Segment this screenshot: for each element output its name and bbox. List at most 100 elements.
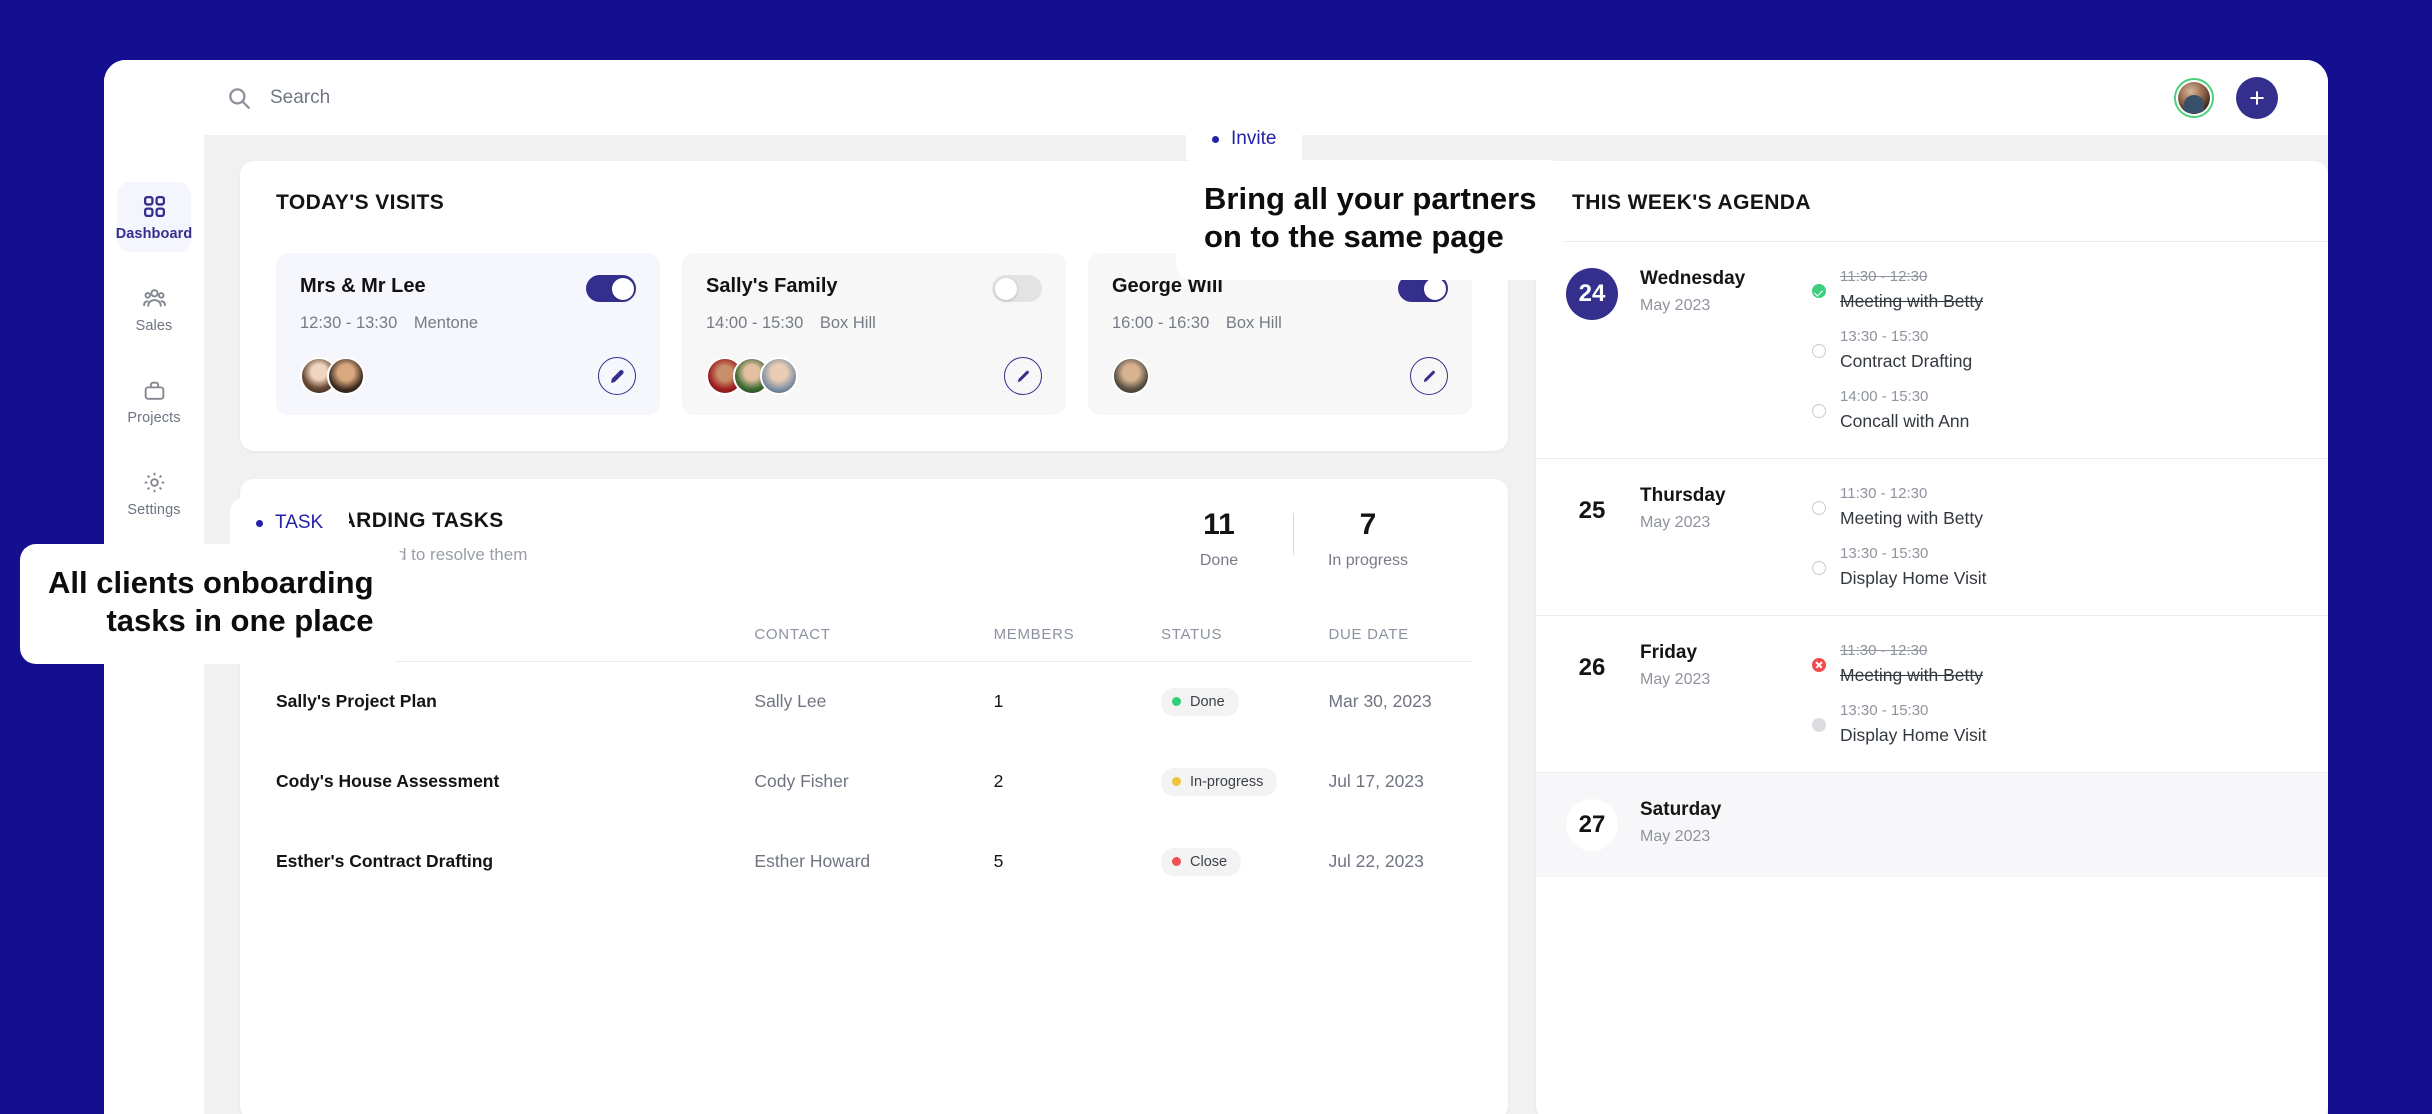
column-header-members[interactable]: MEMBERS bbox=[994, 626, 1161, 662]
grid-icon bbox=[142, 194, 167, 219]
stat-label: Done bbox=[1159, 552, 1279, 570]
pencil-icon bbox=[1421, 368, 1438, 385]
agenda-event-text: 14:00 - 15:30 Concall with Ann bbox=[1840, 388, 1969, 432]
visit-toggle[interactable] bbox=[586, 275, 636, 302]
agenda-event-title: Meeting with Betty bbox=[1840, 508, 1983, 529]
agenda-day-row[interactable]: 24 Wednesday May 2023 11:30 - 12:30 bbox=[1536, 241, 2328, 458]
toggle-knob bbox=[612, 278, 634, 300]
agenda-event-time: 11:30 - 12:30 bbox=[1840, 485, 1927, 502]
agenda-event-title: Concall with Ann bbox=[1840, 411, 1969, 432]
search-bar[interactable] bbox=[204, 85, 2174, 111]
sidebar-item-label: Sales bbox=[136, 318, 173, 334]
visit-card-bottom bbox=[1112, 357, 1448, 395]
edit-visit-button[interactable] bbox=[1004, 357, 1042, 395]
visit-place: Mentone bbox=[414, 314, 478, 332]
avatar[interactable] bbox=[2174, 78, 2214, 118]
empty-circle-icon bbox=[1812, 404, 1826, 418]
edit-visit-button[interactable] bbox=[598, 357, 636, 395]
agenda-event-text: 13:30 - 15:30 Contract Drafting bbox=[1840, 328, 1972, 372]
agenda-weekday: Saturday bbox=[1640, 799, 1790, 821]
agenda-event-title: Meeting with Betty bbox=[1840, 665, 1983, 686]
onboarding-tasks-card: ONBOARDING TASKS 18 total, proceed to re… bbox=[240, 479, 1508, 1114]
agenda-event[interactable]: 11:30 - 12:30 Meeting with Betty bbox=[1812, 268, 2292, 312]
agenda-event-title: Display Home Visit bbox=[1840, 568, 1987, 589]
attendee-avatars bbox=[300, 357, 365, 395]
agenda-event[interactable]: 13:30 - 15:30 Contract Drafting bbox=[1812, 328, 2292, 372]
table-row[interactable]: Sally's Project Plan Sally Lee 1 Done bbox=[276, 661, 1472, 742]
table-row[interactable]: Esther's Contract Drafting Esther Howard… bbox=[276, 822, 1472, 902]
briefcase-icon bbox=[142, 378, 167, 403]
cell-due-date: Jul 17, 2023 bbox=[1328, 742, 1472, 822]
agenda-day-row[interactable]: 25 Thursday May 2023 11:30 - 12:30 bbox=[1536, 458, 2328, 615]
edit-visit-button[interactable] bbox=[1410, 357, 1448, 395]
callout-line-1: All clients onboarding bbox=[48, 564, 374, 602]
visits-title: TODAY'S VISITS bbox=[276, 191, 444, 215]
toggle-knob bbox=[1424, 278, 1446, 300]
visit-card[interactable]: Sally's Family 14:00 - 15:30 Box Hill bbox=[682, 253, 1066, 415]
cell-status: In-progress bbox=[1161, 742, 1328, 822]
agenda-event-text: 11:30 - 12:30 Meeting with Betty bbox=[1840, 485, 1983, 529]
agenda-event-text: 11:30 - 12:30 Meeting with Betty bbox=[1840, 268, 1983, 312]
agenda-event-time: 13:30 - 15:30 bbox=[1840, 702, 1928, 719]
column-header-contact[interactable]: CONTACT bbox=[754, 626, 993, 662]
cell-contact: Sally Lee bbox=[754, 661, 993, 742]
callout-bubble: All clients onboarding tasks in one plac… bbox=[20, 544, 402, 664]
cell-members: 2 bbox=[994, 742, 1161, 822]
visit-meta: 12:30 - 13:30 Mentone bbox=[300, 314, 636, 333]
sidebar-item-label: Projects bbox=[127, 410, 180, 426]
visit-toggle[interactable] bbox=[992, 275, 1042, 302]
column-header-due-date[interactable]: DUE DATE bbox=[1328, 626, 1472, 662]
agenda-event-time: 13:30 - 15:30 bbox=[1840, 328, 1928, 345]
agenda-day-row[interactable]: 27 Saturday May 2023 bbox=[1536, 772, 2328, 877]
cell-task: Esther's Contract Drafting bbox=[276, 822, 754, 902]
cell-status: Close bbox=[1161, 822, 1328, 902]
sidebar-item-sales[interactable]: Sales bbox=[117, 274, 191, 344]
status-badge: In-progress bbox=[1161, 768, 1277, 796]
agenda-events: 11:30 - 12:30 Meeting with Betty 13:30 -… bbox=[1812, 642, 2292, 746]
agenda-day-row[interactable]: 26 Friday May 2023 11:30 - 12:30 bbox=[1536, 615, 2328, 772]
visit-card-bottom bbox=[300, 357, 636, 395]
empty-circle-icon bbox=[1812, 561, 1826, 575]
sidebar-item-dashboard[interactable]: Dashboard bbox=[117, 182, 191, 252]
stat-label: In progress bbox=[1308, 552, 1428, 570]
bullet-icon bbox=[1212, 136, 1219, 143]
visit-place: Box Hill bbox=[820, 314, 876, 332]
table-row[interactable]: Cody's House Assessment Cody Fisher 2 In… bbox=[276, 742, 1472, 822]
agenda-day-label: Thursday May 2023 bbox=[1640, 485, 1790, 532]
stat-done: 11 Done bbox=[1159, 509, 1279, 570]
pencil-icon bbox=[1015, 368, 1032, 385]
visit-name: Sally's Family bbox=[706, 275, 838, 298]
visit-card-top: Sally's Family bbox=[706, 275, 1042, 302]
agenda-event[interactable]: 11:30 - 12:30 Meeting with Betty bbox=[1812, 485, 2292, 529]
tasks-stats: 11 Done 7 In progress bbox=[1159, 509, 1472, 570]
bullet-icon bbox=[256, 520, 263, 527]
agenda-event-title: Display Home Visit bbox=[1840, 725, 1987, 746]
topbar-actions bbox=[2174, 77, 2328, 119]
add-button[interactable] bbox=[2236, 77, 2278, 119]
agenda-event-time: 13:30 - 15:30 bbox=[1840, 545, 1928, 562]
agenda-day-number: 24 bbox=[1566, 268, 1618, 320]
agenda-event[interactable]: 13:30 - 15:30 Display Home Visit bbox=[1812, 702, 2292, 746]
callout-bubble: Bring all your partners on to the same p… bbox=[1176, 160, 1564, 280]
visit-time: 16:00 - 16:30 bbox=[1112, 314, 1209, 332]
body-row: Dashboard Sales bbox=[104, 135, 2328, 1114]
stat-divider bbox=[1293, 513, 1294, 555]
callout-invite: Invite Bring all your partners on to the… bbox=[1176, 114, 1564, 280]
search-input[interactable] bbox=[270, 87, 690, 109]
agenda-event-text: 13:30 - 15:30 Display Home Visit bbox=[1840, 545, 1987, 589]
agenda-event-time: 14:00 - 15:30 bbox=[1840, 388, 1928, 405]
visit-place: Box Hill bbox=[1226, 314, 1282, 332]
stat-value: 7 bbox=[1308, 509, 1428, 541]
agenda-event-text: 11:30 - 12:30 Meeting with Betty bbox=[1840, 642, 1983, 686]
stat-value: 11 bbox=[1159, 509, 1279, 541]
avatar bbox=[760, 357, 798, 395]
sidebar-item-projects[interactable]: Projects bbox=[117, 366, 191, 436]
visit-time: 12:30 - 13:30 bbox=[300, 314, 397, 332]
cancel-circle-icon bbox=[1812, 658, 1826, 672]
agenda-day-label: Saturday May 2023 bbox=[1640, 799, 1790, 846]
column-header-status[interactable]: STATUS bbox=[1161, 626, 1328, 662]
visit-card[interactable]: Mrs & Mr Lee 12:30 - 13:30 Mentone bbox=[276, 253, 660, 415]
agenda-event[interactable]: 11:30 - 12:30 Meeting with Betty bbox=[1812, 642, 2292, 686]
agenda-event[interactable]: 13:30 - 15:30 Display Home Visit bbox=[1812, 545, 2292, 589]
agenda-event[interactable]: 14:00 - 15:30 Concall with Ann bbox=[1812, 388, 2292, 432]
